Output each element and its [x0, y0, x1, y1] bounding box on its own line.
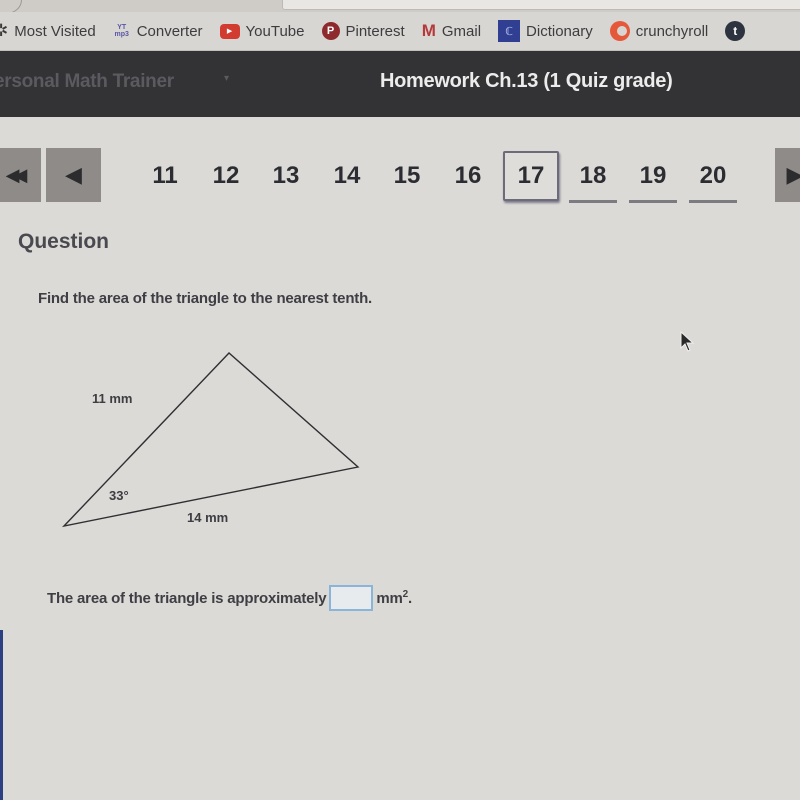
page-15[interactable]: 15 — [383, 162, 431, 190]
chevron-down-icon[interactable]: ▾ — [224, 73, 229, 84]
page-16[interactable]: 16 — [444, 162, 492, 190]
question-heading: Question — [18, 230, 110, 253]
mouse-cursor-icon — [680, 331, 695, 352]
bookmark-label: Dictionary — [526, 22, 593, 40]
bookmark-youtube[interactable]: ▶ YouTube — [219, 22, 305, 40]
bookmark-dictionary[interactable]: ℂ Dictionary — [498, 20, 593, 42]
bookmark-tumblr[interactable]: t — [725, 21, 751, 41]
triangle-figure: 11 mm 33° 14 mm — [40, 340, 380, 540]
app-header: ersonal Math Trainer ▾ Homework Ch.13 (1… — [0, 51, 800, 117]
next-page-button[interactable]: ▶ — [775, 148, 800, 202]
url-bar[interactable] — [282, 0, 800, 10]
yt-mp3-icon: YT mp3 — [113, 24, 131, 38]
answer-unit: mm2. — [376, 589, 412, 607]
icon-text: YT — [117, 24, 127, 31]
assignment-title: Homework Ch.13 (1 Quiz grade) — [380, 70, 673, 92]
bookmarks-bar: ✲ Most Visited YT mp3 Converter ▶ YouTub… — [0, 12, 800, 51]
page-17-current[interactable]: 17 — [503, 151, 559, 201]
bookmark-converter[interactable]: YT mp3 Converter — [113, 22, 203, 40]
page-20[interactable]: 20 — [689, 162, 737, 203]
page-19[interactable]: 19 — [629, 162, 677, 203]
bookmark-most-visited[interactable]: ✲ Most Visited — [0, 21, 96, 41]
bookmark-label: crunchyroll — [635, 22, 709, 40]
page-13[interactable]: 13 — [262, 162, 310, 190]
bookmark-label: YouTube — [245, 22, 305, 40]
unit-text: mm — [376, 590, 403, 607]
bookmark-crunchyroll[interactable]: crunchyroll — [609, 21, 709, 41]
icon-text: mp3 — [114, 31, 129, 38]
pinterest-icon: P — [321, 22, 340, 40]
bookmark-label: Converter — [136, 22, 203, 40]
bookmark-label: Gmail — [441, 22, 482, 40]
dictionary-icon: ℂ — [498, 20, 521, 42]
bookmark-pinterest[interactable]: P Pinterest — [321, 22, 405, 40]
answer-row: The area of the triangle is approximatel… — [47, 585, 412, 611]
chevron-left-icon: ◀ — [65, 162, 82, 187]
app-name[interactable]: ersonal Math Trainer — [0, 71, 174, 93]
side-label-11mm: 11 mm — [92, 391, 133, 406]
answer-prefix: The area of the triangle is approximatel… — [47, 589, 327, 607]
gmail-icon: M — [421, 21, 436, 40]
chevron-right-icon: ▶ — [786, 162, 800, 187]
window-edge — [0, 630, 3, 800]
side-label-14mm: 14 mm — [187, 510, 229, 525]
bookmark-gmail[interactable]: M Gmail — [422, 21, 481, 41]
answer-suffix: . — [408, 590, 413, 607]
question-prompt: Find the area of the triangle to the nea… — [38, 290, 373, 307]
question-pager: ◀◀ ◀ 11 12 13 14 15 16 17 18 19 20 ▶ — [0, 118, 800, 208]
page-11[interactable]: 11 — [141, 162, 189, 190]
youtube-icon: ▶ — [219, 23, 240, 39]
answer-input[interactable] — [329, 585, 374, 611]
tumblr-icon: t — [725, 21, 746, 41]
page-14[interactable]: 14 — [323, 162, 371, 190]
gear-icon: ✲ — [0, 21, 9, 40]
page-12[interactable]: 12 — [202, 162, 250, 190]
crunchyroll-icon — [609, 21, 630, 41]
double-chevron-left-icon: ◀◀ — [5, 164, 28, 185]
previous-page-button[interactable]: ◀ — [46, 148, 101, 202]
browser-top-strip — [0, 0, 800, 14]
bookmark-label: Most Visited — [14, 22, 96, 40]
page-18[interactable]: 18 — [569, 162, 617, 203]
first-page-button[interactable]: ◀◀ — [0, 148, 41, 202]
bookmark-label: Pinterest — [345, 22, 405, 40]
angle-label: 33° — [109, 488, 129, 503]
